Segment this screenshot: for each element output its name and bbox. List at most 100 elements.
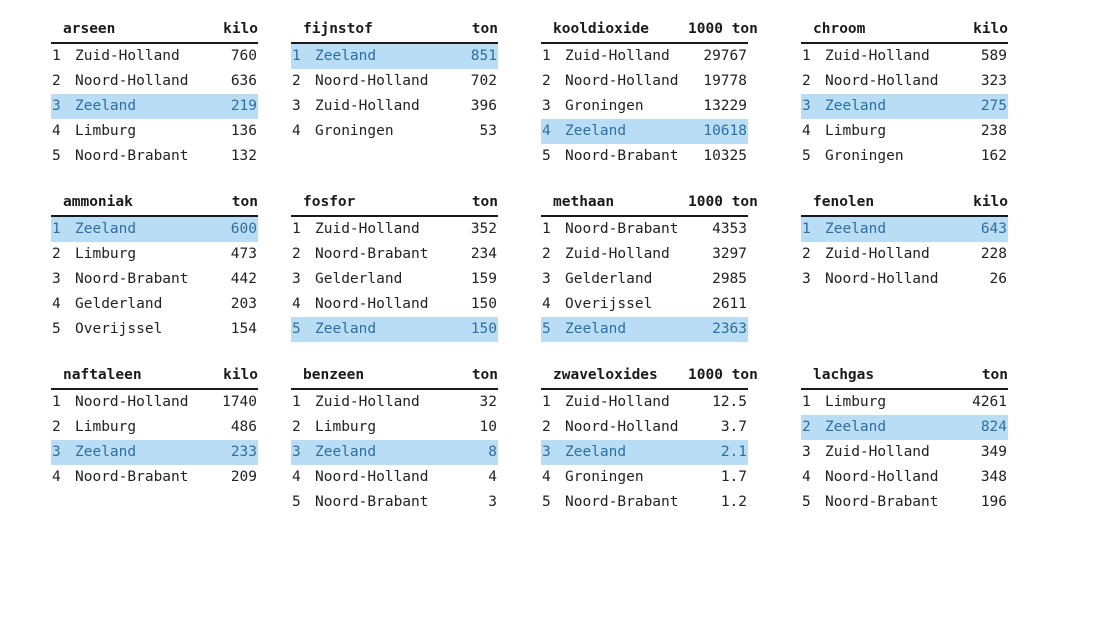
rank-cell: 4 — [52, 468, 61, 485]
rank-cell: 2 — [292, 418, 301, 435]
rank-cell: 2 — [52, 418, 61, 435]
table-block-fijnstof: fijnstof ton 1 Zeeland 851 2 Noord-Holland 702 3… — [291, 22, 498, 144]
region-name-cell: Zuid-Holland — [825, 245, 930, 262]
table-block-methaan: methaan 1000 ton 1 Noord-Brabant 4353 2 Zuid-H… — [541, 195, 758, 342]
region-name-cell: Zeeland — [69, 93, 199, 119]
table-row: 3 Groningen 13229 — [541, 94, 748, 119]
region-name-cell: Noord-Brabant — [565, 493, 679, 510]
rank-cell: 3 — [51, 93, 69, 119]
region-name-cell: Gelderland — [565, 270, 653, 287]
table-header-row: fosfor ton — [291, 195, 499, 217]
value-cell: 150 — [470, 295, 498, 312]
value-cell: 702 — [470, 72, 497, 89]
table-row: 5 Zeeland 150 — [291, 316, 499, 342]
region-name-cell: Overijssel — [75, 320, 163, 337]
value-cell: 4353 — [712, 220, 748, 237]
ranking-table: naftaleen kilo 1 Noord-Holland 1740 2 Limburg 4… — [51, 368, 259, 490]
ranking-table: benzeen ton 1 Zuid-Holland 32 2 Limburg 10 3 Zeel… — [291, 368, 499, 515]
rank-cell: 5 — [542, 493, 551, 510]
table-row: 4 Noord-Brabant 209 — [51, 465, 258, 490]
region-name-cell: Noord-Brabant — [75, 147, 189, 164]
table-header-row: kooldioxide 1000 ton — [541, 22, 758, 44]
column-header-substance: naftaleen — [51, 368, 199, 390]
table-row: 4 Groningen 1.7 — [541, 465, 748, 490]
region-name-cell: Limburg — [825, 393, 887, 410]
region-name-cell: Noord-Holland — [75, 72, 189, 89]
table-row: 3 Zeeland 219 — [51, 93, 259, 119]
table-block-lachgas: lachgas ton 1 Limburg 4261 2 Zeeland 824 3 Zuid-H… — [801, 368, 1009, 515]
value-cell: 154 — [230, 320, 257, 337]
rank-cell: 2 — [802, 72, 811, 89]
table-row: 3 Zuid-Holland 396 — [291, 94, 498, 119]
table-row: 1 Limburg 4261 — [801, 389, 1008, 415]
rank-cell: 4 — [292, 122, 301, 139]
value-cell: 53 — [479, 122, 497, 139]
table-row: 2 Noord-Holland 636 — [51, 69, 258, 94]
table-row: 3 Noord-Brabant 442 — [51, 267, 258, 292]
value-cell: 643 — [948, 215, 1009, 242]
ranking-table: ammoniak ton 1 Zeeland 600 2 Limburg 473 3 Noord-… — [51, 195, 258, 342]
table-row: 2 Limburg 473 — [51, 242, 258, 267]
rank-cell: 4 — [802, 122, 811, 139]
region-name-cell: Zuid-Holland — [565, 393, 670, 410]
value-cell: 162 — [980, 147, 1008, 164]
region-name-cell: Limburg — [75, 122, 137, 139]
table-row: 2 Limburg 10 — [291, 415, 498, 440]
region-name-cell: Zuid-Holland — [565, 245, 670, 262]
table-row: 5 Noord-Brabant 3 — [291, 490, 498, 515]
table-header-row: naftaleen kilo — [51, 368, 259, 390]
region-name-cell: Zeeland — [819, 414, 949, 440]
rank-cell: 2 — [542, 72, 551, 89]
emission-ranking-grid: arseen kilo 1 Zuid-Holland 760 2 Noord-Holland… — [0, 0, 1104, 620]
value-cell: 132 — [230, 147, 258, 164]
value-cell: 219 — [198, 93, 259, 119]
value-cell: 3.7 — [720, 418, 748, 435]
rank-cell: 5 — [802, 493, 811, 510]
rank-cell: 2 — [292, 245, 301, 262]
value-cell: 26 — [989, 270, 1008, 287]
rank-cell: 5 — [52, 320, 61, 337]
rank-cell: 4 — [52, 295, 61, 312]
table-row: 1 Zuid-Holland 352 — [291, 216, 498, 242]
table-row: 2 Noord-Holland 3.7 — [541, 415, 748, 440]
rank-cell: 3 — [292, 97, 301, 114]
table-header-row: chroom kilo — [801, 22, 1009, 44]
region-name-cell: Zeeland — [69, 439, 199, 465]
value-cell: 19778 — [703, 72, 747, 89]
value-cell: 396 — [470, 97, 497, 114]
region-name-cell: Groningen — [565, 468, 644, 485]
rank-cell: 5 — [292, 493, 301, 510]
rank-cell: 1 — [802, 47, 811, 64]
table-row: 1 Zeeland 600 — [51, 215, 258, 242]
column-header-substance: ammoniak — [51, 195, 198, 217]
region-name-cell: Zeeland — [69, 215, 198, 242]
value-cell: 1740 — [222, 393, 258, 410]
value-cell: 851 — [438, 42, 498, 69]
region-name-cell: Gelderland — [75, 295, 163, 312]
value-cell: 4261 — [972, 393, 1008, 410]
table-row: 1 Zeeland 643 — [801, 215, 1009, 242]
region-name-cell: Zuid-Holland — [825, 443, 930, 460]
value-cell: 233 — [198, 439, 259, 465]
column-header-substance: fenolen — [801, 195, 949, 217]
region-name-cell: Noord-Brabant — [75, 270, 189, 287]
rank-cell: 4 — [802, 468, 811, 485]
column-header-unit: ton — [438, 195, 499, 217]
table-row: 3 Zuid-Holland 349 — [801, 440, 1008, 465]
table-row: 4 Limburg 238 — [801, 119, 1008, 144]
rank-cell: 5 — [52, 147, 61, 164]
rank-cell: 1 — [52, 47, 61, 64]
value-cell: 323 — [980, 72, 1008, 89]
rank-cell: 2 — [542, 418, 551, 435]
region-name-cell: Overijssel — [565, 295, 653, 312]
value-cell: 2363 — [688, 316, 749, 342]
table-block-ammoniak: ammoniak ton 1 Zeeland 600 2 Limburg 473 3 Noord-… — [51, 195, 258, 342]
table-row: 3 Noord-Holland 26 — [801, 267, 1008, 292]
region-name-cell: Zeeland — [559, 316, 689, 342]
value-cell: 10 — [479, 418, 498, 435]
column-header-substance: fijnstof — [291, 22, 438, 44]
table-row: 5 Zeeland 2363 — [541, 316, 749, 342]
column-header-unit: ton — [438, 368, 499, 390]
value-cell: 275 — [948, 93, 1009, 119]
ranking-table: kooldioxide 1000 ton 1 Zuid-Holland 29767 2 No… — [541, 22, 758, 169]
